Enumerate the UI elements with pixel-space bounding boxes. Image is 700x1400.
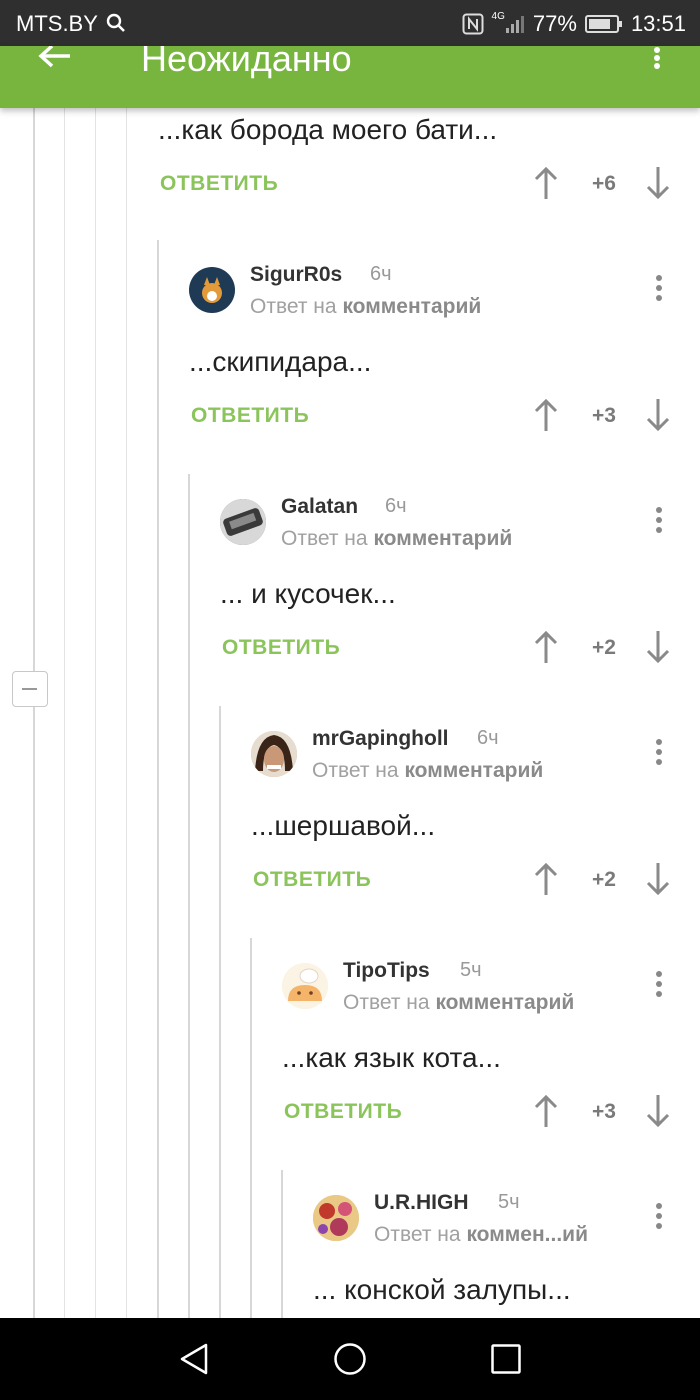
comment-time: 5ч <box>460 959 482 981</box>
vote-widget: +3 <box>534 398 674 438</box>
comment-thread: ...как борода моего бати... ОТВЕТИТЬ +6 … <box>0 108 700 1318</box>
more-vertical-icon[interactable] <box>655 971 663 999</box>
reply-to-link[interactable]: комментарий <box>373 527 512 550</box>
nfc-icon <box>462 13 484 35</box>
reply-button[interactable]: ОТВЕТИТЬ <box>284 1100 402 1124</box>
downvote-arrow-icon[interactable] <box>646 630 670 664</box>
page-title: Неожиданно <box>141 38 352 79</box>
system-nav-bar <box>0 1318 700 1400</box>
reply-button[interactable]: ОТВЕТИТЬ <box>160 172 278 196</box>
username[interactable]: Galatan <box>281 495 358 519</box>
vote-widget: +2 <box>534 862 674 902</box>
username[interactable]: TipoTips <box>343 959 430 983</box>
thread-line <box>64 108 65 1318</box>
more-vertical-icon[interactable] <box>655 739 663 767</box>
thread-line <box>281 1170 283 1318</box>
more-vertical-icon[interactable] <box>655 275 663 303</box>
thread-line <box>126 108 127 1318</box>
status-indicators: 4G 77% 13:51 <box>462 11 686 37</box>
upvote-arrow-icon[interactable] <box>534 166 558 200</box>
reply-to-label: Ответ на комментарий <box>343 991 575 1014</box>
upvote-arrow-icon[interactable] <box>534 862 558 896</box>
thread-line <box>33 108 35 1318</box>
comment-text: ... конской залупы... <box>313 1274 571 1305</box>
signal-icon <box>505 16 524 33</box>
arrow-left-icon[interactable] <box>36 46 76 76</box>
reply-to-label: Ответ на комментарий <box>250 295 482 318</box>
app-bar: Неожиданно <box>0 38 700 108</box>
comment-text: ...как язык кота... <box>282 1042 501 1073</box>
vote-widget: +2 <box>534 630 674 670</box>
downvote-arrow-icon[interactable] <box>646 166 670 200</box>
vote-score: +2 <box>592 868 616 891</box>
upvote-arrow-icon[interactable] <box>534 398 558 432</box>
downvote-arrow-icon[interactable] <box>646 1094 670 1128</box>
reply-button[interactable]: ОТВЕТИТЬ <box>222 636 340 660</box>
reply-to-link[interactable]: комментарий <box>404 759 543 782</box>
vote-widget: +3 <box>534 1094 674 1134</box>
downvote-arrow-icon[interactable] <box>646 862 670 896</box>
comment-text: ...скипидара... <box>189 346 372 377</box>
avatar[interactable] <box>282 963 328 1009</box>
more-vertical-icon[interactable] <box>655 1203 663 1231</box>
thread-line <box>250 938 252 1318</box>
reply-button[interactable]: ОТВЕТИТЬ <box>191 404 309 428</box>
comment-time: 6ч <box>370 263 392 285</box>
more-vertical-icon[interactable] <box>652 46 662 74</box>
upvote-arrow-icon[interactable] <box>534 1094 558 1128</box>
comment-time: 6ч <box>477 727 499 749</box>
reply-to-link[interactable]: комментарий <box>342 295 481 318</box>
vote-score: +3 <box>592 1100 616 1123</box>
avatar[interactable] <box>251 731 297 777</box>
comment-text: ...шершавой... <box>251 810 436 841</box>
reply-to-label: Ответ на коммен...ий <box>374 1223 588 1246</box>
circle-home-icon[interactable] <box>333 1342 367 1376</box>
reply-button[interactable]: ОТВЕТИТЬ <box>253 868 371 892</box>
username[interactable]: U.R.HIGH <box>374 1191 469 1215</box>
battery-percent: 77% <box>532 11 577 36</box>
reply-to-link[interactable]: коммен...ий <box>466 1223 588 1246</box>
reply-to-label: Ответ на комментарий <box>281 527 513 550</box>
username[interactable]: mrGapingholl <box>312 727 449 751</box>
battery-icon <box>584 15 622 33</box>
avatar[interactable] <box>220 499 266 545</box>
avatar[interactable] <box>313 1195 359 1241</box>
vote-widget: +6 <box>534 166 674 206</box>
clock: 13:51 <box>630 11 686 36</box>
thread-line <box>157 240 159 1318</box>
carrier-label: MTS.BY <box>16 11 126 37</box>
thread-line <box>219 706 221 1318</box>
avatar[interactable] <box>189 267 235 313</box>
square-recents-icon[interactable] <box>490 1343 522 1375</box>
reply-to-label: Ответ на комментарий <box>312 759 544 782</box>
vote-score: +2 <box>592 636 616 659</box>
more-vertical-icon[interactable] <box>655 507 663 535</box>
comment-text: ... и кусочек... <box>220 578 396 609</box>
vote-score: +3 <box>592 404 616 427</box>
thread-line <box>188 474 190 1318</box>
comment-text: ...как борода моего бати... <box>158 114 498 145</box>
reply-to-link[interactable]: комментарий <box>435 991 574 1014</box>
thread-line <box>95 108 96 1318</box>
vote-score: +6 <box>592 172 616 195</box>
comment-time: 5ч <box>498 1191 520 1213</box>
network-type: 4G <box>491 10 505 22</box>
collapse-thread-button[interactable] <box>12 671 48 707</box>
comment-time: 6ч <box>385 495 407 517</box>
downvote-arrow-icon[interactable] <box>646 398 670 432</box>
upvote-arrow-icon[interactable] <box>534 630 558 664</box>
search-icon <box>106 13 125 32</box>
triangle-back-icon[interactable] <box>178 1342 210 1376</box>
username[interactable]: SigurR0s <box>250 263 342 287</box>
